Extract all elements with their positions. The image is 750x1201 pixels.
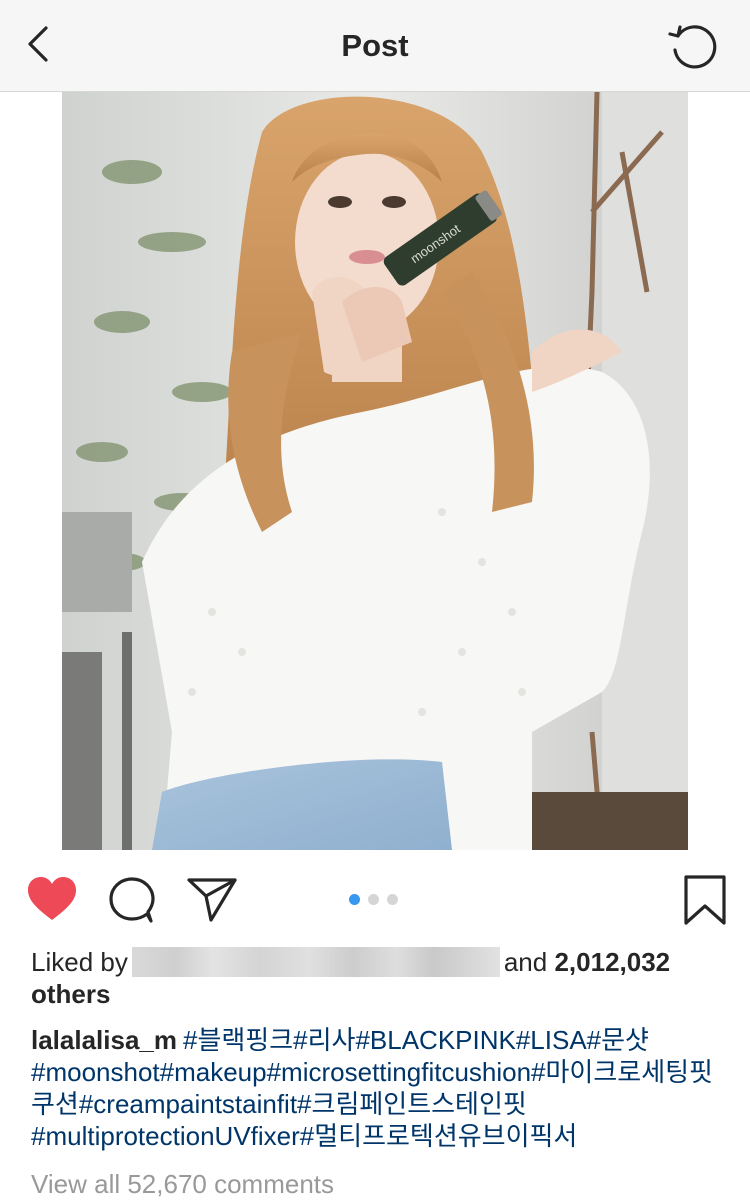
view-all-comments-link[interactable]: View all 52,670 comments [31, 1168, 334, 1200]
comment-bubble-icon [109, 877, 155, 923]
comment-button[interactable] [107, 876, 157, 924]
caption-username[interactable]: lalalalisa_m [31, 1025, 177, 1055]
save-button[interactable] [682, 874, 728, 926]
post-photo-image: moonshot [62, 92, 688, 850]
top-nav-bar: Post [0, 0, 750, 92]
refresh-icon [668, 25, 717, 69]
carousel-dot-1 [349, 894, 360, 905]
share-button[interactable] [186, 876, 238, 922]
others-label: others [31, 979, 111, 1009]
carousel-indicator [349, 894, 398, 906]
post-photo[interactable]: moonshot [62, 92, 688, 850]
likes-summary[interactable]: Liked by and 2,012,032 others [31, 946, 731, 1010]
liked-by-label: Liked by [31, 947, 128, 977]
carousel-dot-2 [368, 894, 379, 905]
liked-by-user-redacted [131, 947, 500, 977]
page-title: Post [341, 28, 409, 63]
bookmark-icon [684, 875, 726, 925]
likes-count: 2,012,032 [554, 947, 671, 977]
carousel-dot-3 [387, 894, 398, 905]
like-button[interactable] [26, 876, 78, 922]
paper-plane-icon [187, 878, 237, 922]
refresh-button[interactable] [666, 22, 720, 72]
heart-icon [28, 877, 76, 920]
post-caption: lalalalisa_m #블랙핑크#리사#BLACKPINK#LISA#문샷#m… [31, 1024, 731, 1152]
and-label: and [503, 947, 548, 977]
